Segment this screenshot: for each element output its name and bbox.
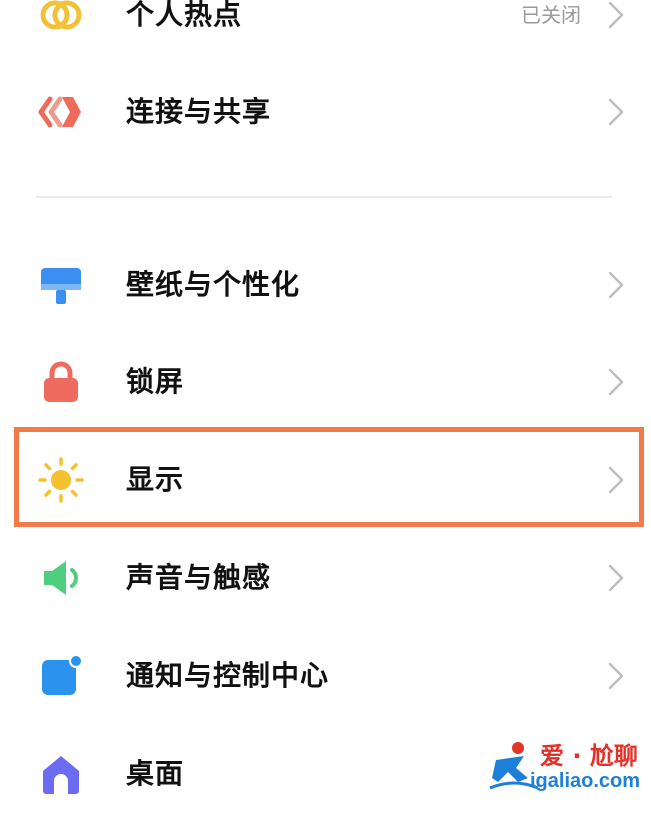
speaker-icon — [36, 553, 86, 603]
settings-item-label: 通知与控制中心 — [126, 659, 330, 692]
notification-icon — [36, 651, 86, 701]
sun-icon — [36, 455, 86, 505]
settings-item-label: 桌面 — [126, 757, 185, 790]
wallpaper-icon — [36, 260, 86, 310]
section-divider — [36, 196, 612, 198]
watermark-title: 爱 · 尬聊 — [540, 742, 638, 770]
settings-item-wallpaper[interactable]: 壁纸与个性化 — [0, 240, 651, 330]
home-icon — [36, 749, 86, 799]
chevron-right-icon — [604, 563, 628, 593]
settings-item-label: 个人热点 — [126, 0, 243, 31]
settings-item-label: 显示 — [126, 463, 185, 496]
settings-item-connection-share[interactable]: 连接与共享 — [0, 67, 651, 157]
settings-item-label: 声音与触感 — [126, 561, 272, 594]
hotspot-icon — [36, 0, 86, 40]
chevron-right-icon — [604, 270, 628, 300]
settings-item-hotspot[interactable]: 个人热点 已关闭 — [0, 0, 651, 60]
settings-list: 个人热点 已关闭 连接与共享 壁纸与个性化 锁屏 显示 声音与触感 通知与控制中… — [0, 0, 651, 803]
settings-item-display[interactable]: 显示 — [0, 435, 651, 525]
settings-item-label: 连接与共享 — [126, 95, 272, 128]
settings-item-sound-haptics[interactable]: 声音与触感 — [0, 533, 651, 623]
connection-share-icon — [36, 87, 86, 137]
lock-icon — [36, 357, 86, 407]
chevron-right-icon — [604, 97, 628, 127]
watermark: 爱 · 尬聊 igaliao.com — [484, 732, 648, 798]
chevron-right-icon — [604, 465, 628, 495]
chevron-right-icon — [604, 367, 628, 397]
chevron-right-icon — [604, 661, 628, 691]
settings-item-notification-control-center[interactable]: 通知与控制中心 — [0, 631, 651, 721]
settings-item-lock-screen[interactable]: 锁屏 — [0, 337, 651, 427]
settings-item-label: 壁纸与个性化 — [126, 268, 301, 301]
watermark-url: igaliao.com — [530, 770, 641, 792]
chevron-right-icon — [604, 0, 628, 30]
settings-item-label: 锁屏 — [126, 365, 185, 398]
status-text: 已关闭 — [521, 3, 581, 27]
